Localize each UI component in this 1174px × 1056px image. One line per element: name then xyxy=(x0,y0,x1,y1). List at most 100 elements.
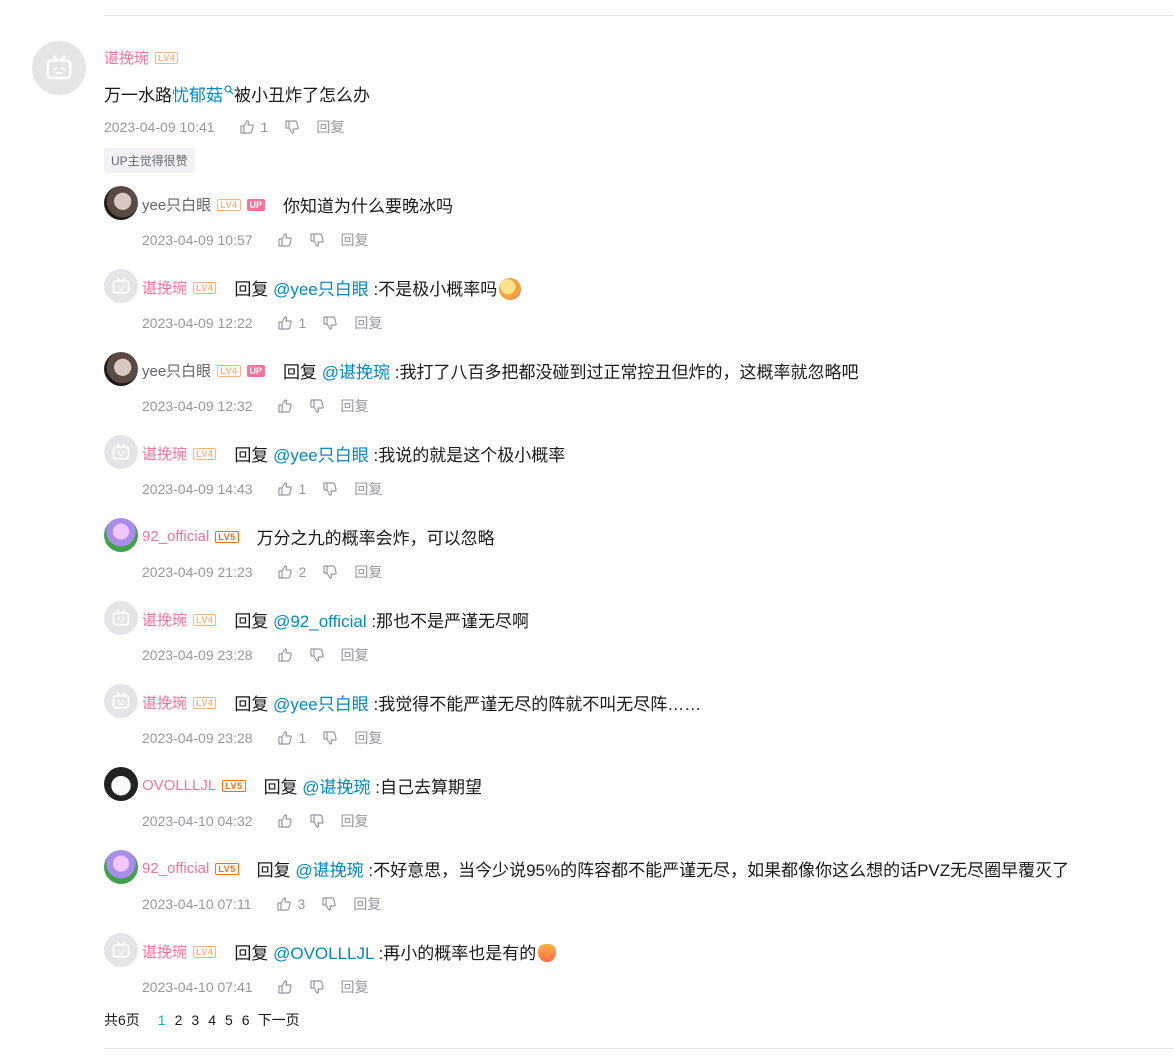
like-button[interactable]: 1 xyxy=(277,481,306,497)
dislike-button[interactable] xyxy=(322,730,338,746)
dislike-button[interactable] xyxy=(322,481,338,497)
username[interactable]: 92_official xyxy=(142,528,209,545)
reply-button[interactable]: 回复 xyxy=(353,894,381,914)
up-like-tag: UP主觉得很赞 xyxy=(104,148,195,173)
username[interactable]: yee只白眼 xyxy=(142,194,211,215)
page-1-button[interactable]: 1 xyxy=(158,1012,166,1028)
avatar[interactable] xyxy=(104,933,138,967)
dislike-button[interactable] xyxy=(309,813,325,829)
mention-link[interactable]: @谌挽琬 xyxy=(295,861,368,880)
like-button[interactable] xyxy=(277,647,293,663)
dislike-button[interactable] xyxy=(309,232,325,248)
reply-prefix: 回复 xyxy=(234,280,274,299)
level-badge: LV5 xyxy=(215,530,239,543)
thumbs-down-icon xyxy=(309,233,324,247)
like-button[interactable] xyxy=(277,813,293,829)
reply-button[interactable]: 回复 xyxy=(354,313,382,333)
username[interactable]: OVOLLLJL xyxy=(142,777,216,794)
page-2-button[interactable]: 2 xyxy=(175,1012,183,1028)
like-button[interactable] xyxy=(277,398,293,414)
mention-link[interactable]: @yee只白眼 xyxy=(273,446,373,465)
dislike-button[interactable] xyxy=(321,896,337,912)
avatar[interactable] xyxy=(104,767,138,801)
username[interactable]: 谌挽琬 xyxy=(142,277,187,298)
reply-button[interactable]: 回复 xyxy=(341,396,369,416)
timestamp: 2023-04-10 07:11 xyxy=(142,896,252,912)
tv-avatar-icon xyxy=(112,941,130,958)
next-page-button[interactable]: 下一页 xyxy=(258,1010,300,1030)
like-button[interactable]: 1 xyxy=(277,315,306,331)
reply-button[interactable]: 回复 xyxy=(354,479,382,499)
reply-prefix: 回复 xyxy=(234,612,274,631)
like-button[interactable]: 1 xyxy=(239,119,268,135)
mention-link[interactable]: @谌挽琬 xyxy=(302,778,375,797)
dislike-button[interactable] xyxy=(309,979,325,995)
tv-avatar-icon xyxy=(112,277,130,294)
badges: LV4 UP xyxy=(217,364,266,377)
username[interactable]: 谌挽琬 xyxy=(142,609,187,630)
page-6-button[interactable]: 6 xyxy=(242,1012,250,1028)
like-button[interactable] xyxy=(277,232,293,248)
page-4-button[interactable]: 4 xyxy=(208,1012,216,1028)
avatar[interactable] xyxy=(104,352,138,386)
reply-button[interactable]: 回复 xyxy=(354,728,382,748)
like-button[interactable]: 2 xyxy=(277,564,306,580)
username[interactable]: 谌挽琬 xyxy=(142,941,187,962)
comment-info: 2023-04-09 10:41 1 回复 xyxy=(104,117,344,137)
mention-link[interactable]: @92_official xyxy=(273,612,371,631)
topic-link[interactable]: 忧郁菇 xyxy=(172,86,223,105)
like-button[interactable]: 1 xyxy=(277,730,306,746)
badges: LV4 xyxy=(193,696,217,709)
avatar[interactable] xyxy=(32,41,86,95)
username[interactable]: 谌挽琬 xyxy=(104,47,149,68)
thumbs-up-icon xyxy=(277,565,292,579)
reply-button[interactable]: 回复 xyxy=(341,977,369,997)
dislike-button[interactable] xyxy=(322,315,338,331)
mention-link[interactable]: @yee只白眼 xyxy=(273,695,373,714)
pagination: 共6页 123456 下一页 xyxy=(104,1010,300,1030)
reply-button[interactable]: 回复 xyxy=(341,811,369,831)
dislike-button[interactable] xyxy=(309,647,325,663)
like-button[interactable]: 3 xyxy=(276,896,306,912)
avatar[interactable] xyxy=(104,684,138,718)
thumbs-up-icon xyxy=(276,897,291,911)
username[interactable]: 92_official xyxy=(142,860,209,877)
avatar[interactable] xyxy=(104,269,138,303)
timestamp: 2023-04-09 21:23 xyxy=(142,564,253,580)
like-count: 3 xyxy=(297,896,306,912)
reply-button[interactable]: 回复 xyxy=(341,645,369,665)
dislike-button[interactable] xyxy=(309,398,325,414)
avatar[interactable] xyxy=(104,186,138,220)
username[interactable]: 谌挽琬 xyxy=(142,692,187,713)
thumbs-up-icon xyxy=(277,814,292,828)
level-badge: LV4 xyxy=(193,696,217,709)
reply-button[interactable]: 回复 xyxy=(341,230,369,250)
timestamp: 2023-04-09 14:43 xyxy=(142,481,253,497)
page-5-button[interactable]: 5 xyxy=(225,1012,233,1028)
avatar[interactable] xyxy=(104,518,138,552)
username[interactable]: yee只白眼 xyxy=(142,360,211,381)
badges: LV4 xyxy=(193,281,217,294)
thumbs-down-icon xyxy=(309,814,324,828)
username[interactable]: 谌挽琬 xyxy=(142,443,187,464)
dislike-button[interactable] xyxy=(322,564,338,580)
reply-prefix: 回复 xyxy=(234,944,274,963)
mention-link[interactable]: @谌挽琬 xyxy=(322,363,395,382)
avatar[interactable] xyxy=(104,850,138,884)
page-3-button[interactable]: 3 xyxy=(191,1012,199,1028)
reply-button[interactable]: 回复 xyxy=(316,117,344,137)
reply-button[interactable]: 回复 xyxy=(354,562,382,582)
reply-line: yee只白眼 LV4 UP 回复 @谌挽琬 :我打了八百多把都没碰到过正常控丑但炸的，… xyxy=(142,358,859,383)
avatar[interactable] xyxy=(104,435,138,469)
level-badge: LV4 xyxy=(193,613,217,626)
emoji-icon xyxy=(499,278,522,300)
thumbs-up-icon xyxy=(277,980,292,994)
mention-link[interactable]: @OVOLLLJL xyxy=(273,944,378,963)
reply-body: :那也不是严谨无尽啊 xyxy=(371,612,530,631)
like-button[interactable] xyxy=(277,979,293,995)
badges: LV4 UP xyxy=(217,198,266,211)
reply-info: 2023-04-09 10:57 回复 xyxy=(142,230,369,250)
avatar[interactable] xyxy=(104,601,138,635)
mention-link[interactable]: @yee只白眼 xyxy=(273,280,373,299)
dislike-button[interactable] xyxy=(284,119,300,135)
